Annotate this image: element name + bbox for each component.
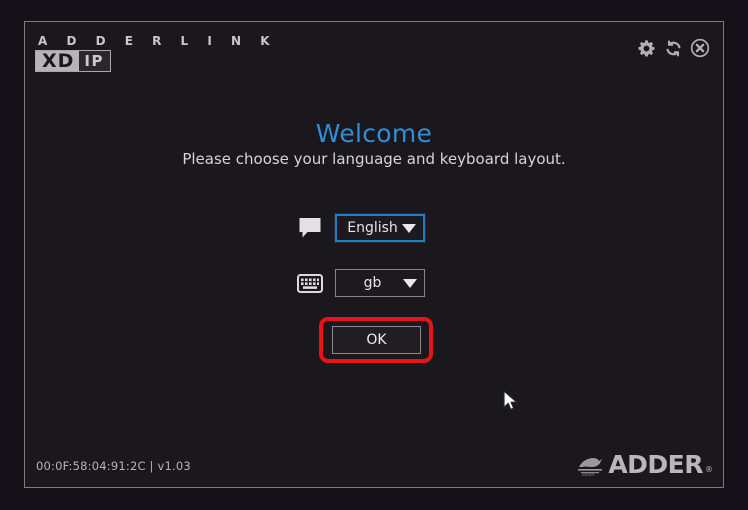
close-icon[interactable]: [689, 37, 711, 59]
header-icon-bar: [635, 37, 711, 59]
xdip-model-badge: XD IP: [35, 50, 111, 72]
refresh-icon[interactable]: [662, 37, 684, 59]
chevron-down-icon: [402, 223, 416, 233]
adder-logo: ADDER ADDER ®: [576, 452, 713, 477]
keyboard-value: gb: [363, 275, 382, 291]
language-value: English: [347, 220, 398, 236]
adder-registered-mark: ®: [705, 465, 713, 474]
xd-label: XD: [36, 51, 80, 71]
keyboard-icon: [293, 268, 327, 298]
adderlink-logo: A D D E R L I N K XD IP: [35, 34, 277, 72]
keyboard-select[interactable]: gb: [335, 269, 425, 297]
page-title: Welcome: [315, 119, 433, 148]
adder-snake-emblem: ADDER: [578, 458, 603, 477]
ip-label: IP: [79, 51, 110, 71]
adderlink-wordmark: A D D E R L I N K: [38, 34, 278, 48]
svg-text:ADDER: ADDER: [582, 473, 595, 477]
keyboard-row: gb: [293, 268, 425, 298]
ok-button[interactable]: OK: [332, 326, 421, 354]
page-subtitle: Please choose your language and keyboard…: [182, 150, 566, 168]
gear-icon[interactable]: [635, 37, 657, 59]
language-row: English: [293, 213, 426, 243]
chevron-down-icon: [403, 278, 417, 288]
screenshot-root: A D D E R L I N K XD IP Welcome Please c…: [0, 0, 748, 510]
language-select[interactable]: English: [334, 213, 426, 243]
device-screen-frame: A D D E R L I N K XD IP Welcome Please c…: [24, 21, 724, 488]
adder-wordmark: ADDER: [608, 450, 703, 479]
device-info-text: 00:0F:58:04:91:2C | v1.03: [36, 459, 191, 473]
speech-bubble-icon: [293, 213, 327, 243]
